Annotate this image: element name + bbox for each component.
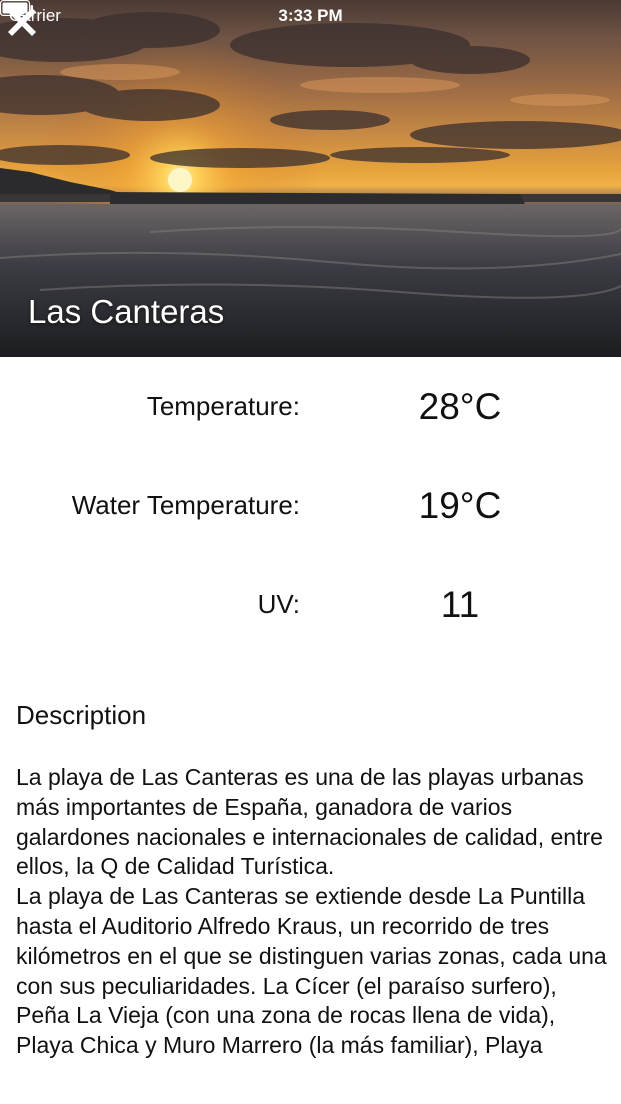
beach-photo: Carrier 3:33 PM Las Canteras	[0, 0, 621, 357]
clock: 3:33 PM	[278, 6, 343, 25]
status-bar: Carrier 3:33 PM	[0, 0, 621, 32]
temperature-value: 28°C	[418, 386, 502, 427]
uv-value: 11	[440, 584, 480, 625]
temperature-label: Temperature:	[146, 391, 300, 421]
uv-label: UV:	[257, 589, 300, 619]
close-x-icon[interactable]	[0, 0, 44, 44]
water-temperature-value: 19°C	[418, 485, 502, 526]
description-text: La playa de Las Canteras es una de las p…	[16, 764, 607, 1059]
water-temperature-label: Water Temperature:	[71, 490, 300, 520]
description-heading: Description	[16, 700, 147, 730]
beach-title: Las Canteras	[28, 293, 225, 330]
